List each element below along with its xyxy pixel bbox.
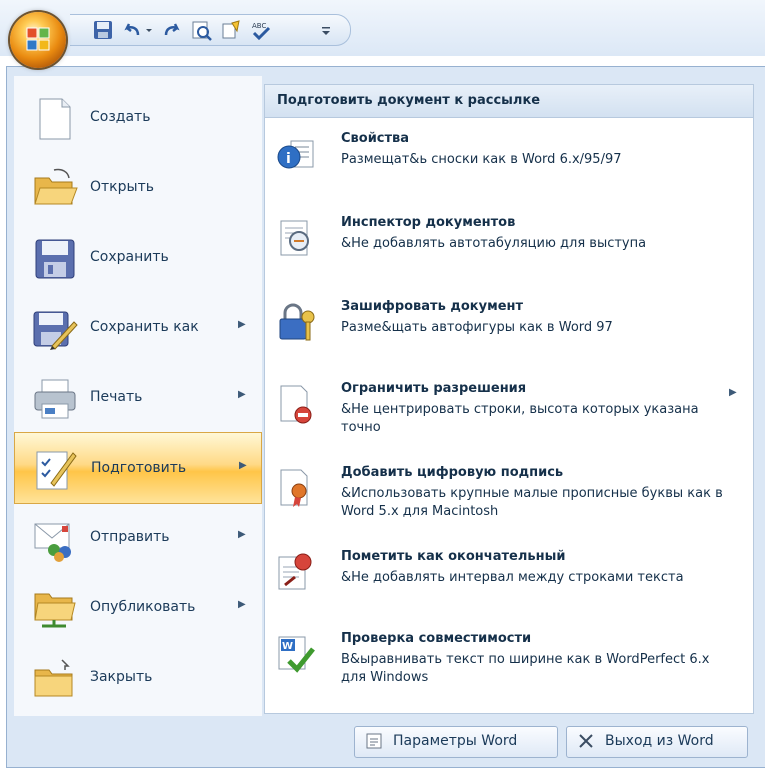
submenu-arrow-icon: ▶ xyxy=(238,389,246,400)
submenu-arrow-icon: ▶ xyxy=(238,319,246,330)
submenu-item-desc: &Не центрировать строки, высота которых … xyxy=(341,402,699,435)
submenu-arrow-icon: ▶ xyxy=(238,599,246,610)
prepare-submenu: Подготовить документ к рассылке i Свойст… xyxy=(264,84,754,714)
menu-item-label: Закрыть xyxy=(90,669,153,685)
submenu-item-title: Зашифровать документ xyxy=(341,299,524,314)
office-logo-icon xyxy=(26,27,50,51)
submenu-item-desc: Разме&щать автофигуры как в Word 97 xyxy=(341,320,613,335)
submenu-item-compatibility-check[interactable]: W Проверка совместимости В&ыравнивать те… xyxy=(265,625,753,709)
undo-dropdown-icon[interactable] xyxy=(144,19,154,41)
close-folder-icon xyxy=(34,659,73,697)
publish-icon xyxy=(34,593,76,628)
submenu-item-title: Проверка совместимости xyxy=(341,631,532,646)
undo-icon[interactable] xyxy=(122,19,144,41)
exit-word-button[interactable]: Выход из Word xyxy=(566,726,748,758)
submenu-item-title: Ограничить разрешения xyxy=(341,381,527,396)
word-options-label: Параметры Word xyxy=(393,733,518,749)
submenu-item-digital-signature[interactable]: Добавить цифровую подпись &Использовать … xyxy=(265,459,753,543)
submenu-arrow-icon: ▶ xyxy=(238,529,246,540)
svg-text:i: i xyxy=(286,151,291,167)
submenu-arrow-icon: ▶ xyxy=(729,387,737,398)
send-icon xyxy=(34,523,71,562)
save-as-icon xyxy=(33,311,78,350)
menu-item-publish[interactable]: Опубликовать ▶ xyxy=(14,572,262,644)
compatibility-check-icon: W xyxy=(278,636,315,673)
menu-item-label: Открыть xyxy=(90,179,154,195)
submenu-title: Подготовить документ к рассылке xyxy=(277,93,541,108)
menu-item-save[interactable]: Сохранить xyxy=(14,222,262,294)
submenu-item-desc: &Не добавлять автотабуляцию для выступа xyxy=(341,236,647,251)
menu-item-label: Опубликовать xyxy=(90,599,196,615)
submenu-item-title: Пометить как окончательный xyxy=(341,549,566,564)
menu-item-send[interactable]: Отправить ▶ xyxy=(14,502,262,574)
menu-item-label: Отправить xyxy=(90,529,170,545)
menu-item-label: Создать xyxy=(90,109,151,125)
menu-item-create[interactable]: Создать xyxy=(14,82,262,154)
customize-icon[interactable] xyxy=(320,19,332,41)
menu-item-label: Подготовить xyxy=(91,460,187,476)
submenu-item-encrypt[interactable]: Зашифровать документ Разме&щать автофигу… xyxy=(265,293,753,377)
open-folder-icon xyxy=(34,168,78,205)
submenu-item-properties[interactable]: i Свойства Размещат&ь сноски как в Word … xyxy=(265,125,753,209)
exit-word-label: Выход из Word xyxy=(605,733,714,749)
menu-item-prepare[interactable]: Подготовить ▶ xyxy=(14,432,262,504)
menu-item-open[interactable]: Открыть xyxy=(14,152,262,224)
submenu-item-desc: В&ыравнивать текст по ширине как в WordP… xyxy=(341,652,710,685)
new-document-icon xyxy=(39,98,71,140)
office-button[interactable] xyxy=(10,12,66,68)
submenu-item-title: Свойства xyxy=(341,131,410,146)
submenu-header: Подготовить документ к рассылке xyxy=(265,85,753,118)
submenu-item-mark-final[interactable]: Пометить как окончательный &Не добавлять… xyxy=(265,543,753,627)
submenu-item-document-inspector[interactable]: Инспектор документов &Не добавлять автот… xyxy=(265,209,753,293)
svg-text:ABC: ABC xyxy=(252,22,266,30)
menu-item-label: Сохранить как xyxy=(90,319,199,335)
submenu-item-desc: &Не добавлять интервал между строками те… xyxy=(341,570,684,585)
spelling-icon[interactable]: ABC xyxy=(250,19,272,41)
printer-icon xyxy=(34,379,76,419)
menu-item-close[interactable]: Закрыть xyxy=(14,642,262,714)
submenu-item-title: Инспектор документов xyxy=(341,215,516,230)
submenu-item-desc: &Использовать крупные малые прописные бу… xyxy=(341,486,723,519)
format-icon[interactable] xyxy=(220,19,242,41)
svg-text:W: W xyxy=(282,641,293,652)
menu-item-label: Сохранить xyxy=(90,249,169,265)
encrypt-lock-icon xyxy=(279,303,315,341)
document-inspector-icon xyxy=(280,220,309,256)
submenu-item-title: Добавить цифровую подпись xyxy=(341,465,564,480)
save-icon xyxy=(35,239,75,279)
submenu-item-desc: Размещат&ь сноски как в Word 6.x/95/97 xyxy=(341,152,622,167)
properties-icon: i xyxy=(277,140,314,169)
restrict-permission-icon xyxy=(280,385,312,424)
office-menu-commands: Создать Открыть Сохранить Сохранить как … xyxy=(14,76,262,716)
digital-signature-icon xyxy=(280,469,308,507)
menu-item-save-as[interactable]: Сохранить как ▶ xyxy=(14,292,262,364)
preview-icon[interactable] xyxy=(190,19,212,41)
quick-access-toolbar: ABC xyxy=(70,14,351,46)
close-icon xyxy=(579,734,593,748)
submenu-arrow-icon: ▶ xyxy=(239,460,247,471)
submenu-item-restrict-permission[interactable]: Ограничить разрешения &Не центрировать с… xyxy=(265,375,753,459)
word-options-button[interactable]: Параметры Word xyxy=(354,726,558,758)
menu-item-print[interactable]: Печать ▶ xyxy=(14,362,262,434)
prepare-icon xyxy=(36,451,77,490)
mark-final-icon xyxy=(278,553,312,590)
menu-item-label: Печать xyxy=(90,389,143,405)
redo-icon[interactable] xyxy=(160,19,182,41)
save-icon[interactable] xyxy=(92,19,114,41)
options-icon xyxy=(366,733,382,749)
